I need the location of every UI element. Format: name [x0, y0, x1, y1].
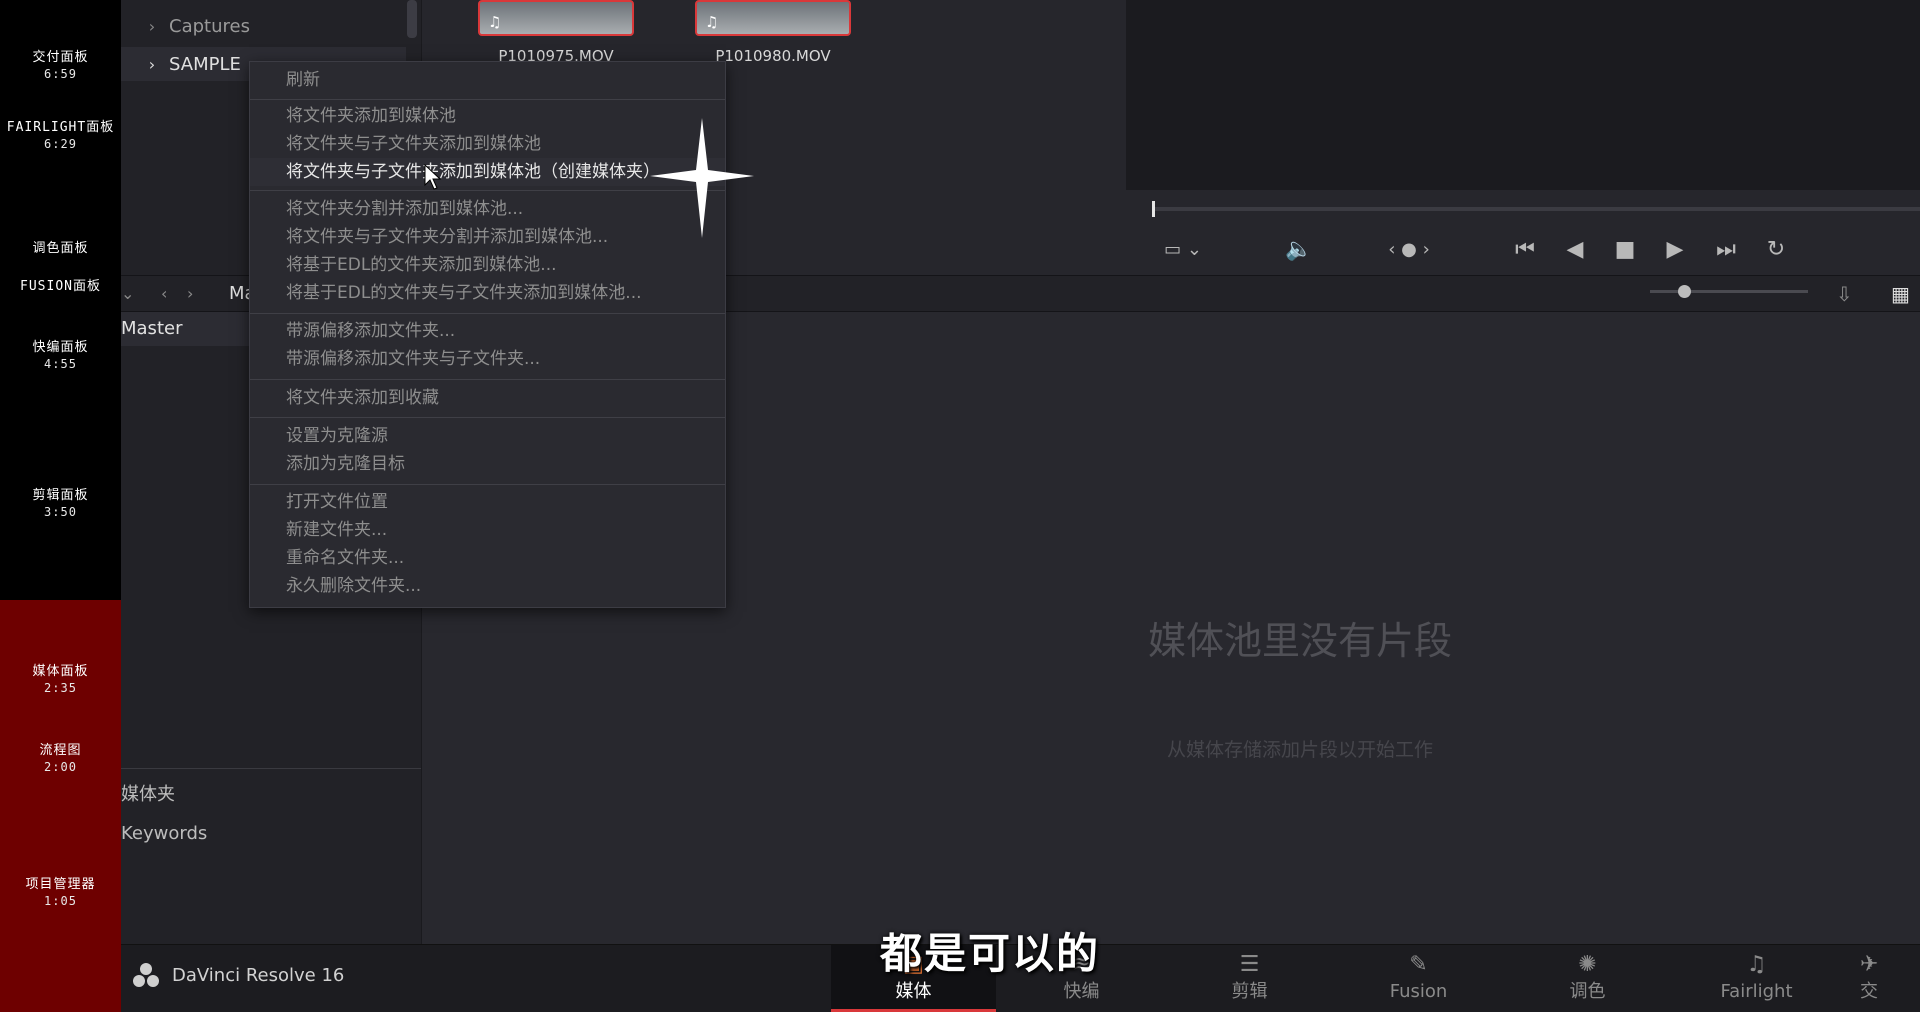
clip-thumbnail[interactable]: ♫ [478, 0, 634, 36]
sort-icon[interactable]: ⇩ [1836, 276, 1853, 312]
chapter-strip-highlight [0, 600, 121, 1012]
chapter-item[interactable]: FAIRLIGHT面板 6:29 [0, 120, 121, 152]
playhead[interactable] [1152, 201, 1155, 217]
page-tab-deliver[interactable]: ✈ 交 [1860, 945, 1920, 1012]
page-tab-fairlight[interactable]: ♫ Fairlight [1674, 945, 1839, 1012]
menu-item[interactable]: 重命名文件夹... [250, 544, 725, 572]
chapter-item[interactable]: 调色面板 [0, 241, 121, 257]
menu-item[interactable]: 设置为克隆源 [250, 422, 725, 450]
skip-to-start-icon[interactable]: ⏮ [1508, 232, 1542, 268]
chevron-right-icon[interactable]: › [135, 55, 169, 74]
menu-separator [250, 379, 725, 380]
page-tab-color[interactable]: ✺ 调色 [1505, 945, 1670, 1012]
smart-bin-item[interactable]: 媒体夹 [121, 780, 175, 806]
chapter-item[interactable]: 流程图 2:00 [0, 743, 121, 775]
divider [121, 768, 421, 769]
bin-master[interactable]: Master [121, 312, 250, 346]
mouse-cursor-icon [424, 164, 442, 190]
menu-separator [250, 99, 725, 100]
audio-volume-icon[interactable]: 🔈 [1282, 232, 1316, 268]
chapter-strip: 交付面板 6:59 FAIRLIGHT面板 6:29 调色面板 FUSION面板 快… [0, 0, 121, 1012]
menu-item[interactable]: 将基于EDL的文件夹添加到媒体池... [250, 251, 725, 279]
chevron-down-icon[interactable]: ⌄ [121, 276, 135, 312]
thumbnail-zoom-slider[interactable] [1650, 290, 1808, 293]
chapter-item[interactable]: 交付面板 6:59 [0, 50, 121, 82]
menu-item[interactable]: 添加为克隆目标 [250, 450, 725, 478]
menu-item-refresh[interactable]: 刷新 [250, 66, 725, 94]
davinci-logo-icon [133, 963, 159, 987]
folder-label: Captures [169, 15, 250, 37]
stop-icon[interactable]: ■ [1608, 232, 1642, 268]
loop-icon[interactable]: ↻ [1759, 232, 1793, 268]
menu-item[interactable]: 永久删除文件夹... [250, 572, 725, 600]
menu-item[interactable]: 带源偏移添加文件夹... [250, 317, 725, 345]
color-page-icon: ✺ [1578, 952, 1597, 977]
chapter-item[interactable]: 快编面板 4:55 [0, 340, 121, 372]
play-icon[interactable]: ▶ [1658, 232, 1692, 268]
page-tab-edit[interactable]: ☰ 剪辑 [1167, 945, 1332, 1012]
empty-pool-subtitle: 从媒体存储添加片段以开始工作 [1166, 739, 1433, 761]
back-arrow-icon[interactable]: ‹ [161, 276, 167, 312]
step-back-icon[interactable]: ◀ [1558, 232, 1592, 268]
clip-thumbnail[interactable]: ♫ [695, 0, 851, 36]
chevron-right-icon[interactable]: › [135, 17, 169, 36]
menu-item[interactable]: 带源偏移添加文件夹与子文件夹... [250, 345, 725, 373]
folder-label: SAMPLE [169, 53, 241, 75]
forward-arrow-icon[interactable]: › [187, 276, 193, 312]
frame-nav-icon[interactable]: ‹ ● › [1378, 232, 1440, 268]
chapter-item[interactable]: FUSION面板 [0, 279, 121, 295]
source-viewer [1126, 0, 1920, 190]
edit-page-icon: ☰ [1239, 952, 1260, 977]
empty-pool-title: 媒体池里没有片段 [1147, 619, 1452, 663]
app-brand: DaVinci Resolve 16 [132, 962, 344, 988]
menu-separator [250, 484, 725, 485]
chapter-item[interactable]: 项目管理器 1:05 [0, 877, 121, 909]
zoom-slider-knob[interactable] [1678, 285, 1691, 298]
video-subtitle: 都是可以的 [880, 929, 1101, 978]
fusion-page-icon: ✎ [1409, 952, 1428, 977]
jog-bar[interactable] [1153, 207, 1920, 211]
menu-item[interactable]: 将文件夹添加到收藏 [250, 384, 725, 412]
menu-item[interactable]: 将基于EDL的文件夹与子文件夹添加到媒体池... [250, 279, 725, 307]
menu-item[interactable]: 新建文件夹... [250, 516, 725, 544]
menu-separator [250, 417, 725, 418]
folder-captures[interactable]: › Captures [121, 9, 406, 43]
chapter-item[interactable]: 剪辑面板 3:50 [0, 488, 121, 520]
scrollbar[interactable] [407, 0, 417, 38]
menu-separator [250, 313, 725, 314]
app-name: DaVinci Resolve 16 [172, 964, 345, 986]
fairlight-page-icon: ♫ [1746, 952, 1767, 977]
deliver-page-icon: ✈ [1860, 952, 1879, 977]
sparkle-highlight-icon [650, 118, 754, 238]
audio-note-icon: ♫ [488, 13, 502, 31]
audio-note-icon: ♫ [705, 13, 719, 31]
menu-item[interactable]: 打开文件位置 [250, 488, 725, 516]
viewer-mode-icon[interactable]: ▭ ⌄ [1158, 232, 1208, 268]
skip-to-end-icon[interactable]: ⏭ [1709, 232, 1743, 268]
page-tab-fusion[interactable]: ✎ Fusion [1336, 945, 1501, 1012]
chapter-item[interactable]: 媒体面板 2:35 [0, 664, 121, 696]
grid-view-icon[interactable]: ▦ [1891, 276, 1910, 312]
smart-bin-item[interactable]: Keywords [121, 823, 207, 844]
